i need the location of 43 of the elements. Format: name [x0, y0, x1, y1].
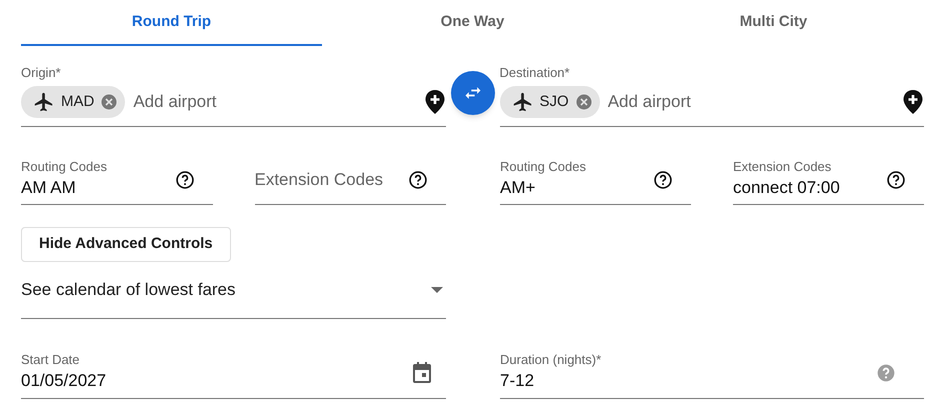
- swap-button[interactable]: [450, 70, 494, 114]
- trip-tab[interactable]: Round Trip: [21, 0, 322, 46]
- airplane-icon: [512, 91, 534, 113]
- code-field[interactable]: Routing Codes AM+: [500, 155, 691, 205]
- code-input[interactable]: AM AM: [21, 175, 174, 201]
- code-input[interactable]: connect 07:00: [733, 175, 886, 201]
- code-input[interactable]: AM+: [500, 175, 653, 201]
- code-field[interactable]: Extension Codes connect 07:00: [733, 155, 924, 205]
- code-field[interactable]: Routing Codes AM AM: [21, 155, 212, 205]
- clear-icon[interactable]: [574, 93, 593, 111]
- add-location-icon[interactable]: [902, 89, 924, 115]
- airport-chip[interactable]: MAD: [21, 86, 126, 118]
- calendar-select[interactable]: See calendar of lowest fares: [21, 262, 446, 319]
- add-airport-input[interactable]: Add airport: [608, 89, 894, 115]
- trip-tab[interactable]: One Way: [322, 0, 623, 46]
- dropdown-caret-icon: [431, 287, 443, 293]
- add-location-icon[interactable]: [424, 89, 446, 115]
- add-airport-input[interactable]: Add airport: [133, 89, 416, 115]
- field-label: Duration (nights)*: [500, 351, 602, 368]
- code-field[interactable]: Extension Codes: [254, 155, 446, 205]
- duration-value: 7-12: [500, 370, 536, 392]
- date-value: 01/05/2027: [21, 370, 108, 392]
- clear-icon[interactable]: [100, 93, 118, 111]
- start-date-field[interactable]: Start Date 01/05/2027: [21, 347, 446, 399]
- airport-chip[interactable]: SJO: [500, 86, 600, 118]
- field-label: Extension Codes: [733, 158, 832, 176]
- field-label: Origin*: [21, 64, 62, 81]
- help-icon[interactable]: [653, 170, 673, 190]
- help-icon[interactable]: [174, 170, 194, 190]
- field-label: Routing Codes: [500, 158, 587, 176]
- field-label: Routing Codes: [21, 158, 108, 176]
- help-icon[interactable]: [886, 170, 906, 190]
- help-icon[interactable]: [408, 170, 428, 190]
- duration-field[interactable]: Duration (nights)* 7-12: [500, 347, 924, 399]
- airport-field[interactable]: Origin* MAD Add airport: [21, 64, 446, 127]
- airplane-icon: [33, 91, 55, 113]
- field-label: Destination*: [500, 64, 571, 81]
- trip-tab[interactable]: Multi City: [623, 0, 924, 46]
- code-input[interactable]: Extension Codes: [254, 166, 408, 192]
- calendar-icon[interactable]: [411, 360, 433, 384]
- airport-field[interactable]: Destination* SJO Add airport: [500, 64, 924, 127]
- field-label: Start Date: [21, 351, 81, 368]
- advanced-controls-button[interactable]: Hide Advanced Controls: [21, 227, 231, 262]
